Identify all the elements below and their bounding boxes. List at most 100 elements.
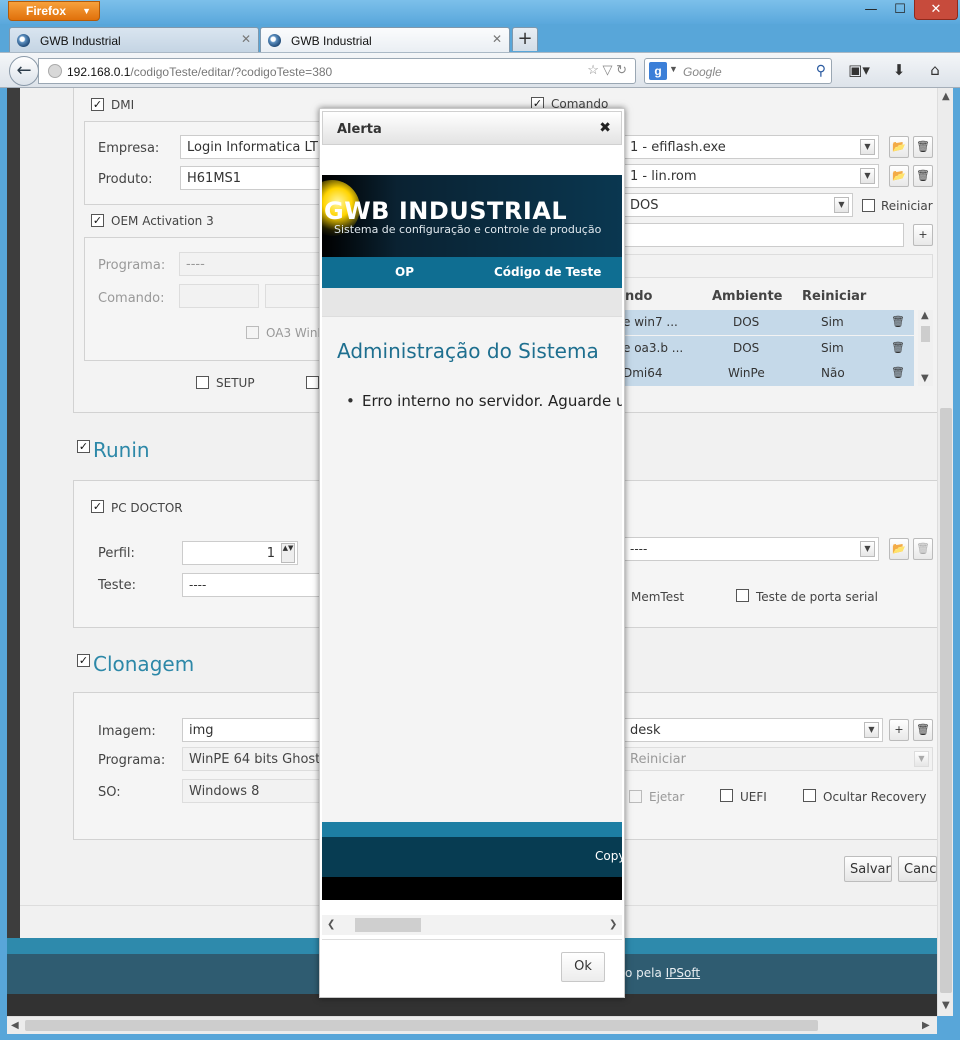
perfil-stepper[interactable]: 1 ▲▼ [182,541,298,565]
close-icon[interactable]: ✖ [599,120,611,136]
browser-tab-2-active[interactable]: GWB Industrial ✕ [260,27,510,53]
trash-icon[interactable]: 🗑 [891,315,905,328]
open-folder-button[interactable]: 📂 [889,538,909,560]
teste-field[interactable]: ---- [182,573,325,597]
delete-button[interactable]: 🗑 [913,136,933,158]
table-row[interactable]: e win7 ... DOS Sim 🗑 [623,310,914,335]
scroll-down-icon[interactable]: ▼ [921,373,929,384]
oa3-checkbox[interactable] [246,326,259,339]
delete-button[interactable]: 🗑 [913,719,933,741]
chevron-down-icon: ▼ [860,541,875,557]
clonagem-reiniciar-select[interactable]: Reiniciar ▼ [623,747,933,771]
scroll-up-icon[interactable]: ▲ [942,91,950,102]
dmi-checkbox[interactable]: ✓ [91,98,104,111]
ok-button[interactable]: Ok [561,952,605,982]
scrollbar-thumb[interactable] [940,408,952,993]
scrollbar-thumb[interactable] [25,1020,818,1031]
url-bar-icons: ☆ ▽ ↻ [587,62,627,78]
comando-file2-select[interactable]: 1 - lin.rom ▼ [623,164,879,188]
setup-checkbox[interactable] [196,376,209,389]
produto-field[interactable]: H61MS1 [180,166,325,190]
trash-icon[interactable]: 🗑 [891,366,905,379]
scroll-left-icon[interactable]: ◀ [11,1020,19,1031]
serial-port-label: Teste de porta serial [756,590,878,604]
search-input[interactable]: g ▼ Google ⚲ [644,58,832,84]
vertical-scrollbar[interactable]: ▲ ▼ [937,88,953,1016]
open-folder-button[interactable]: 📂 [889,136,909,158]
trash-icon[interactable]: 🗑 [891,341,905,354]
ipsoft-link[interactable]: IPSoft [666,966,700,980]
comando-file1-select[interactable]: 1 - efiflash.exe ▼ [623,135,879,159]
cell-comando: Dmi64 [623,366,663,380]
reiniciar-label: Reiniciar [881,199,933,213]
oem-programa-field[interactable]: ---- [179,252,325,276]
bookmarks-menu-icon[interactable]: ▣▾ [842,59,876,81]
close-window-button[interactable]: ✕ [914,0,958,20]
close-tab-icon[interactable]: ✕ [241,32,251,46]
cell-comando: e oa3.b ... [623,341,684,355]
home-icon[interactable]: ⌂ [922,59,948,81]
save-button[interactable]: Salvar [844,856,892,882]
scroll-down-icon[interactable]: ▼ [942,1000,950,1011]
menu-item-op[interactable]: OP [395,265,414,279]
so-field[interactable]: Windows 8 [182,779,325,803]
serial-port-checkbox[interactable] [736,589,749,602]
comando-env-select[interactable]: DOS ▼ [623,193,853,217]
search-engine-dropdown-icon[interactable]: ▼ [669,64,678,74]
add-image-button[interactable]: + [889,719,909,741]
history-dropdown-icon[interactable]: ▽ [602,62,612,77]
imagem-right-select[interactable]: desk ▼ [623,718,883,742]
clonagem-programa-field[interactable]: WinPE 64 bits Ghost [182,747,325,771]
table-scrollbar[interactable]: ▲ ▼ [918,310,933,386]
maximize-button[interactable]: ☐ [886,0,914,20]
modal-iframe: GWB INDUSTRIAL Sistema de configuração e … [322,175,622,900]
browser-tab-1[interactable]: GWB Industrial ✕ [9,27,259,53]
horizontal-scrollbar[interactable]: ◀ ▶ [7,1016,937,1034]
url-bar[interactable]: 192.168.0.1/codigoTeste/editar/?codigoTe… [38,58,636,84]
search-icon[interactable]: ⚲ [816,62,826,79]
alert-modal: Alerta ✖ GWB INDUSTRIAL Sistema de configu… [319,108,625,998]
scroll-left-icon[interactable]: ❮ [327,919,335,930]
close-tab-icon[interactable]: ✕ [492,32,502,46]
back-button[interactable]: ← [9,56,39,86]
empresa-field[interactable]: Login Informatica LTDA [180,135,325,159]
dmi-box [84,121,324,205]
table-row[interactable]: e oa3.b ... DOS Sim 🗑 [623,336,914,361]
clonagem-programa-label: Programa: [98,753,166,768]
cell-ambiente: WinPe [728,366,765,380]
minimize-button[interactable]: — [856,0,886,20]
firefox-menu-button[interactable]: Firefox ▼ [8,1,100,21]
pc-doctor-checkbox[interactable]: ✓ [91,500,104,513]
scroll-right-icon[interactable]: ▶ [922,1020,930,1031]
table-row[interactable]: Dmi64 WinPe Não 🗑 [623,361,914,386]
uefi-checkbox[interactable] [720,789,733,802]
runin-checkbox[interactable]: ✓ [77,440,90,453]
delete-button[interactable]: 🗑 [913,538,933,560]
oem-activation-checkbox[interactable]: ✓ [91,214,104,227]
imagem-field[interactable]: img [182,718,325,742]
new-tab-button[interactable]: + [512,27,538,51]
scroll-right-icon[interactable]: ❯ [609,919,617,930]
cancel-button[interactable]: Cancelar [898,856,937,882]
modal-horizontal-scrollbar[interactable]: ❮ ❯ [322,915,622,935]
comando-text-input[interactable] [623,223,904,247]
stepper-arrows-icon[interactable]: ▲▼ [281,543,295,563]
ejetar-checkbox[interactable] [629,790,642,803]
reiniciar-checkbox[interactable] [862,199,875,212]
bullet-icon: • [346,392,355,410]
bookmark-star-icon[interactable]: ☆ [587,62,599,77]
delete-button[interactable]: 🗑 [913,165,933,187]
runin-right-select[interactable]: ---- ▼ [623,537,879,561]
menu-item-codigo-teste[interactable]: Código de Teste [494,265,601,279]
oem-comando-field-2[interactable] [265,284,325,308]
add-button[interactable]: + [913,224,933,246]
scroll-up-icon[interactable]: ▲ [921,310,929,321]
downloads-icon[interactable]: ⬇ [886,59,912,81]
scrollbar-thumb[interactable] [355,918,421,932]
hidden-checkbox[interactable] [306,376,319,389]
ocultar-recovery-checkbox[interactable] [803,789,816,802]
oem-comando-field-1[interactable] [179,284,259,308]
open-folder-button[interactable]: 📂 [889,165,909,187]
reload-icon[interactable]: ↻ [616,62,627,77]
clonagem-checkbox[interactable]: ✓ [77,654,90,667]
